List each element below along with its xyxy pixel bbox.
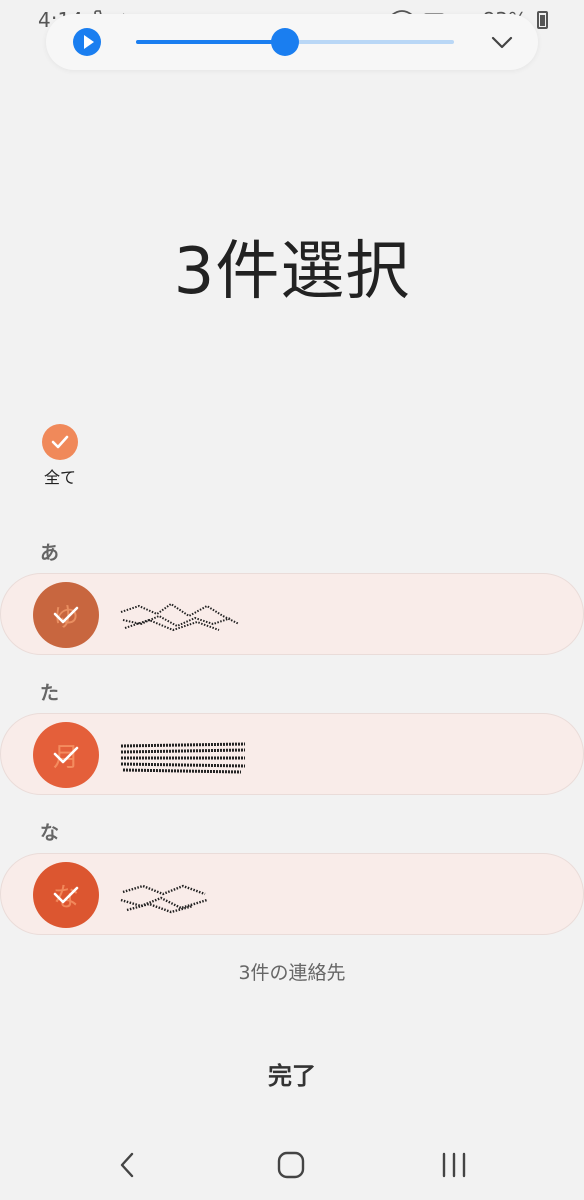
select-all-check[interactable] xyxy=(42,424,78,460)
section-header-a: あ xyxy=(40,542,60,564)
collapse-button[interactable] xyxy=(488,28,516,56)
media-player-pill xyxy=(46,14,538,70)
check-icon xyxy=(51,435,69,449)
redacted-name-scribble xyxy=(120,742,246,774)
home-button[interactable] xyxy=(272,1148,312,1182)
contact-name-redacted xyxy=(119,738,247,774)
select-all-label: 全て xyxy=(43,468,76,487)
contact-picker-screen: 4:14 83% xyxy=(0,0,584,1200)
check-icon xyxy=(53,746,79,764)
recents-button[interactable] xyxy=(434,1148,474,1182)
check-icon xyxy=(53,606,79,624)
recents-icon xyxy=(442,1152,466,1178)
contact-avatar: ゆ xyxy=(33,582,99,648)
navigation-bar xyxy=(0,1130,584,1200)
chevron-down-icon xyxy=(491,36,513,49)
selected-contacts-count: 3件の連絡先 xyxy=(238,962,346,984)
seek-bar[interactable] xyxy=(136,28,454,56)
contact-name-redacted xyxy=(119,598,243,632)
redacted-name-scribble xyxy=(120,884,208,914)
section-header-ta: た xyxy=(40,682,60,704)
home-icon xyxy=(277,1151,305,1179)
contact-row[interactable]: ゆ xyxy=(0,573,584,655)
select-all-toggle[interactable]: 全て xyxy=(38,424,82,488)
battery-icon xyxy=(537,11,548,29)
seek-bar-fill xyxy=(136,40,286,44)
section-header-na: な xyxy=(40,822,60,844)
contact-row[interactable]: 月 xyxy=(0,713,584,795)
contact-avatar: な xyxy=(33,862,99,928)
back-icon xyxy=(120,1152,134,1178)
play-icon xyxy=(83,35,94,49)
back-button[interactable] xyxy=(108,1148,148,1182)
check-icon xyxy=(53,886,79,904)
contact-avatar: 月 xyxy=(33,722,99,788)
contact-name-redacted xyxy=(119,878,211,914)
done-button[interactable]: 完了 xyxy=(232,1054,352,1098)
page-title: 3件選択 xyxy=(173,235,411,309)
play-button[interactable] xyxy=(73,28,101,56)
redacted-name-scribble xyxy=(120,602,240,632)
contact-row[interactable]: な xyxy=(0,853,584,935)
seek-thumb[interactable] xyxy=(271,28,300,56)
